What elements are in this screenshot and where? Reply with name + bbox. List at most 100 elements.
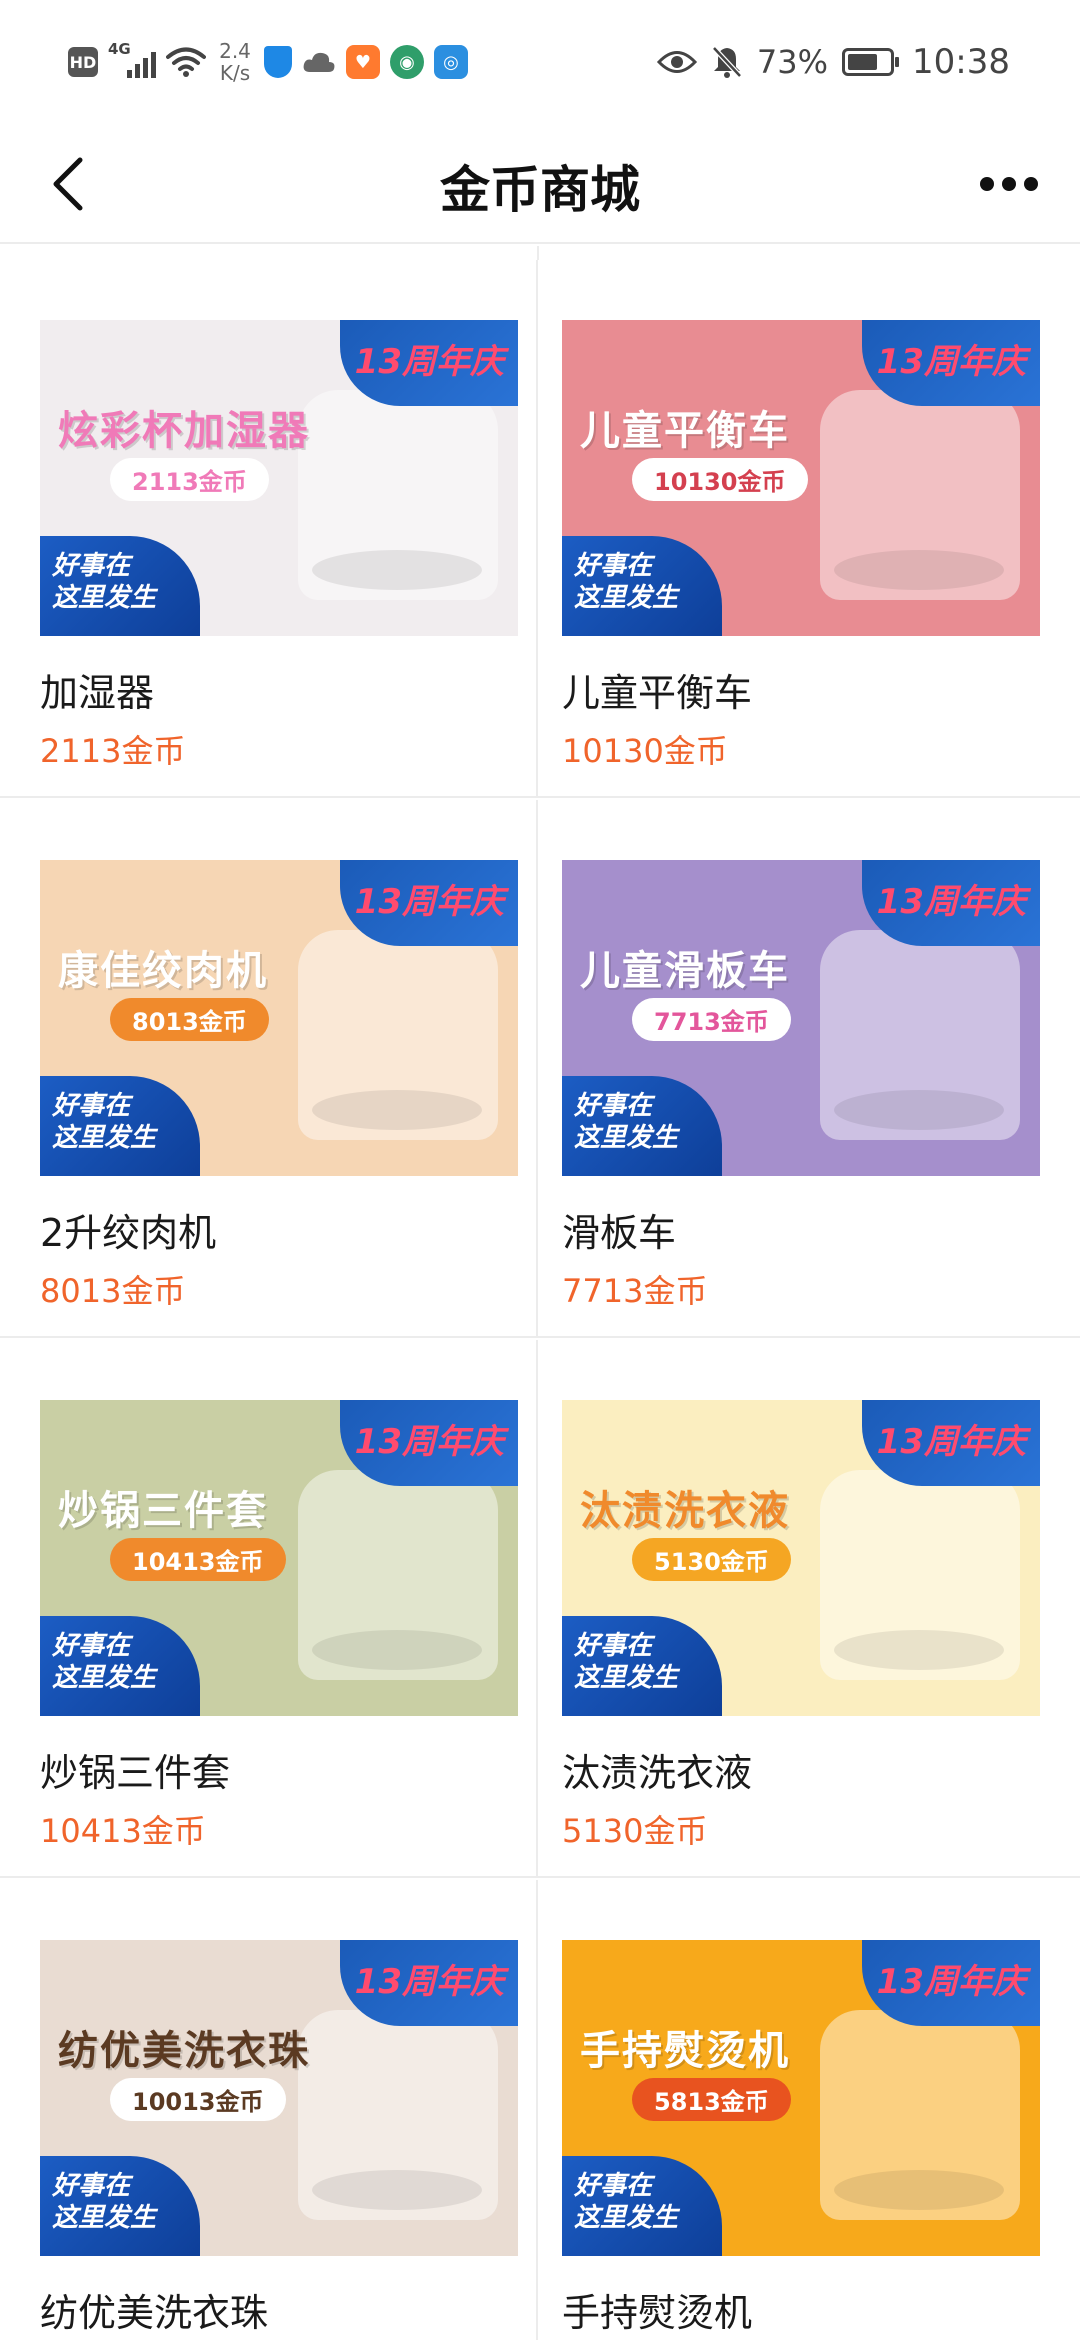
banner-title: 手持熨烫机 — [580, 2028, 790, 2074]
promo-label: 好事在 这里发生 — [574, 551, 679, 613]
product-price: 8013金币 — [40, 1272, 186, 1310]
product-card[interactable]: 汰渍洗衣液 5130金币 13周年庆 好事在 这里发生 汰渍洗衣液 5130金币 — [538, 1340, 1080, 1876]
more-options-button[interactable] — [964, 146, 1054, 222]
promo-label: 好事在 这里发生 — [574, 1091, 679, 1153]
product-banner-image[interactable]: 纺优美洗衣珠 10013金币 13周年庆 好事在 这里发生 — [40, 1940, 518, 2256]
product-name[interactable]: 手持熨烫机 — [562, 2282, 752, 2337]
promo-label: 好事在 这里发生 — [52, 1631, 157, 1693]
clock: 10:38 — [912, 42, 1010, 82]
banner-title: 汰渍洗衣液 — [580, 1488, 790, 1534]
more-dot-icon — [1002, 177, 1016, 191]
product-illustration-base — [312, 2170, 482, 2210]
banner-title: 炫彩杯加湿器 — [58, 408, 310, 454]
product-price: 10130金币 — [562, 732, 728, 770]
anniversary-label: 13周年庆 — [354, 1422, 504, 1462]
promo-label: 好事在 这里发生 — [52, 551, 157, 613]
promo-label: 好事在 这里发生 — [574, 1631, 679, 1693]
product-banner-image[interactable]: 手持熨烫机 5813金币 13周年庆 好事在 这里发生 — [562, 1940, 1040, 2256]
banner-price-pill: 7713金币 — [632, 998, 791, 1041]
product-price: 2113金币 — [40, 732, 186, 770]
status-bar: HD 4G 2.4 K/s ♥ ◉ ◎ 73% 10:38 — [0, 0, 1080, 122]
product-illustration-base — [834, 1090, 1004, 1130]
chevron-left-icon — [53, 157, 83, 211]
product-card[interactable]: 炒锅三件套 10413金币 13周年庆 好事在 这里发生 炒锅三件套 10413… — [0, 1340, 538, 1876]
cellular-signal-icon: 4G — [108, 40, 156, 80]
promo-badge: 好事在 这里发生 — [562, 536, 722, 636]
banner-title: 儿童滑板车 — [580, 948, 790, 994]
cloud-icon — [303, 52, 335, 72]
promo-badge: 好事在 这里发生 — [562, 1616, 722, 1716]
product-card[interactable]: 儿童滑板车 7713金币 13周年庆 好事在 这里发生 滑板车 7713金币 — [538, 800, 1080, 1336]
product-price: 7713金币 — [562, 1272, 708, 1310]
anniversary-badge: 13周年庆 — [862, 1940, 1040, 2026]
product-card[interactable]: 儿童平衡车 10130金币 13周年庆 好事在 这里发生 儿童平衡车 10130… — [538, 260, 1080, 796]
anniversary-badge: 13周年庆 — [862, 860, 1040, 946]
product-name[interactable]: 滑板车 — [562, 1202, 676, 1257]
promo-label: 好事在 这里发生 — [574, 2171, 679, 2233]
product-name[interactable]: 炒锅三件套 — [40, 1742, 230, 1797]
product-card[interactable]: 手持熨烫机 5813金币 13周年庆 好事在 这里发生 手持熨烫机 5813金币 — [538, 1880, 1080, 2340]
anniversary-label: 13周年庆 — [876, 342, 1026, 382]
bank-app-icon: ◉ — [390, 45, 424, 79]
product-illustration-base — [312, 1090, 482, 1130]
banner-title: 康佳绞肉机 — [58, 948, 268, 994]
banner-title: 炒锅三件套 — [58, 1488, 268, 1534]
eye-comfort-icon — [656, 51, 697, 73]
more-dot-icon — [980, 177, 994, 191]
more-dot-icon — [1024, 177, 1038, 191]
promo-badge: 好事在 这里发生 — [40, 1076, 200, 1176]
hd-icon: HD — [68, 47, 98, 77]
shield-app-icon — [264, 46, 292, 78]
product-card[interactable]: 炫彩杯加湿器 2113金币 13周年庆 好事在 这里发生 加湿器 2113金币 — [0, 260, 538, 796]
product-illustration-base — [312, 1630, 482, 1670]
banner-price-pill: 10013金币 — [110, 2078, 286, 2121]
product-name[interactable]: 汰渍洗衣液 — [562, 1742, 752, 1797]
banner-price-pill: 8013金币 — [110, 998, 269, 1041]
banner-price-pill: 10413金币 — [110, 1538, 286, 1581]
product-illustration-base — [834, 2170, 1004, 2210]
promo-badge: 好事在 这里发生 — [40, 536, 200, 636]
product-row: 纺优美洗衣珠 10013金币 13周年庆 好事在 这里发生 纺优美洗衣珠 100… — [0, 1880, 1080, 2340]
back-button[interactable] — [30, 146, 106, 222]
product-illustration-base — [834, 550, 1004, 590]
product-row: 康佳绞肉机 8013金币 13周年庆 好事在 这里发生 2升绞肉机 8013金币… — [0, 800, 1080, 1338]
banner-title: 儿童平衡车 — [580, 408, 790, 454]
product-illustration-base — [312, 550, 482, 590]
product-banner-image[interactable]: 炫彩杯加湿器 2113金币 13周年庆 好事在 这里发生 — [40, 320, 518, 636]
promo-label: 好事在 这里发生 — [52, 2171, 157, 2233]
product-row: 炫彩杯加湿器 2113金币 13周年庆 好事在 这里发生 加湿器 2113金币 … — [0, 260, 1080, 798]
product-banner-image[interactable]: 儿童平衡车 10130金币 13周年庆 好事在 这里发生 — [562, 320, 1040, 636]
banner-title: 纺优美洗衣珠 — [58, 2028, 310, 2074]
promo-badge: 好事在 这里发生 — [562, 1076, 722, 1176]
product-name[interactable]: 纺优美洗衣珠 — [40, 2282, 268, 2337]
anniversary-badge: 13周年庆 — [340, 1400, 518, 1486]
anniversary-label: 13周年庆 — [354, 1962, 504, 2002]
anniversary-label: 13周年庆 — [876, 1962, 1026, 2002]
anniversary-badge: 13周年庆 — [340, 1940, 518, 2026]
product-price: 10413金币 — [40, 1812, 206, 1850]
product-name[interactable]: 2升绞肉机 — [40, 1202, 216, 1257]
product-illustration-base — [834, 1630, 1004, 1670]
promo-badge: 好事在 这里发生 — [40, 2156, 200, 2256]
browser-app-icon: ◎ — [434, 45, 468, 79]
product-grid: 炫彩杯加湿器 2113金币 13周年庆 好事在 这里发生 加湿器 2113金币 … — [0, 246, 1080, 2340]
product-banner-image[interactable]: 汰渍洗衣液 5130金币 13周年庆 好事在 这里发生 — [562, 1400, 1040, 1716]
product-banner-image[interactable]: 康佳绞肉机 8013金币 13周年庆 好事在 这里发生 — [40, 860, 518, 1176]
banner-price-pill: 5813金币 — [632, 2078, 791, 2121]
wifi-icon — [166, 47, 206, 77]
anniversary-badge: 13周年庆 — [340, 860, 518, 946]
page-title: 金币商城 — [440, 161, 640, 219]
banner-price-pill: 5130金币 — [632, 1538, 791, 1581]
product-price: 5130金币 — [562, 1812, 708, 1850]
product-card[interactable]: 纺优美洗衣珠 10013金币 13周年庆 好事在 这里发生 纺优美洗衣珠 100… — [0, 1880, 538, 2340]
anniversary-label: 13周年庆 — [876, 1422, 1026, 1462]
anniversary-label: 13周年庆 — [354, 882, 504, 922]
heart-app-icon: ♥ — [346, 45, 380, 79]
product-name[interactable]: 加湿器 — [40, 662, 154, 717]
product-card[interactable]: 康佳绞肉机 8013金币 13周年庆 好事在 这里发生 2升绞肉机 8013金币 — [0, 800, 538, 1336]
product-name[interactable]: 儿童平衡车 — [562, 662, 752, 717]
status-left: HD 4G 2.4 K/s ♥ ◉ ◎ — [68, 38, 468, 86]
product-banner-image[interactable]: 儿童滑板车 7713金币 13周年庆 好事在 这里发生 — [562, 860, 1040, 1176]
banner-price-pill: 2113金币 — [110, 458, 269, 501]
product-banner-image[interactable]: 炒锅三件套 10413金币 13周年庆 好事在 这里发生 — [40, 1400, 518, 1716]
